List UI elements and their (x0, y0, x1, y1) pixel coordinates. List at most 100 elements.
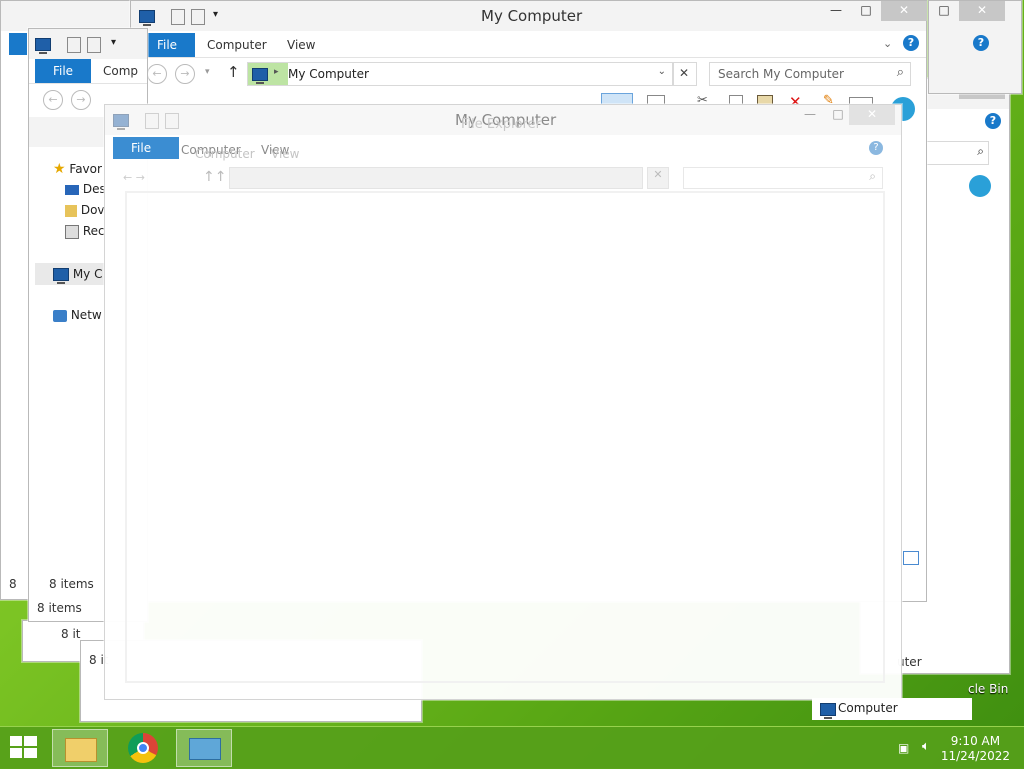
clear-address-button[interactable]: ✕ (647, 167, 669, 189)
ribbon-tabs: File Computer View ⌄ ? (131, 33, 926, 58)
window-title: My Computer (481, 7, 583, 25)
front-window: My Computer File Explorer — □ ✕ File Com… (104, 104, 902, 700)
properties-icon[interactable] (67, 37, 81, 53)
nav-favorites[interactable]: ★ Favor (53, 161, 102, 177)
nav-label: Netw (70, 308, 102, 322)
new-folder-icon[interactable] (87, 37, 101, 53)
star-icon: ★ (53, 161, 66, 177)
up-arrow-icon[interactable]: ↑↑ (203, 169, 226, 185)
forward-button[interactable]: → (71, 90, 91, 110)
clear-address-button[interactable]: ✕ (673, 62, 697, 86)
properties-icon[interactable] (145, 113, 159, 129)
search-box[interactable]: Search My Computer ⌕ (709, 62, 911, 86)
large-icons-view-icon[interactable] (903, 551, 919, 565)
search-box[interactable]: ⌕ (683, 167, 883, 189)
taskbar-chrome[interactable] (116, 729, 172, 767)
clock-time: 9:10 AM (950, 734, 1001, 748)
nav-downloads[interactable]: Dov (65, 203, 105, 217)
help-icon[interactable]: ? (869, 141, 883, 155)
nav-buttons-ghost[interactable]: ← → (123, 171, 183, 185)
up-arrow-icon[interactable]: ↑ (227, 63, 240, 81)
back-window-titlebar (1, 1, 141, 31)
window-title-ghost: File Explorer (461, 117, 542, 132)
tab-view[interactable]: View (287, 33, 315, 57)
address-bar[interactable]: ▸ My Computer ⌄ (247, 62, 673, 86)
network-tray-icon[interactable]: ▣ (898, 741, 909, 755)
titlebar: ▾ (29, 29, 147, 59)
recent-places-icon (65, 224, 79, 239)
taskbar-file-explorer[interactable] (52, 729, 108, 767)
back-button[interactable]: ← (43, 90, 63, 110)
folder-icon (65, 738, 97, 762)
recycle-bin-label[interactable]: cle Bin (968, 682, 1008, 696)
monitor-icon (189, 738, 221, 760)
back-window-right-2: □ ✕ ? (928, 0, 1022, 94)
nav-label: Rec (82, 224, 105, 238)
tab-computer[interactable]: Computer (207, 33, 267, 57)
network-icon (53, 309, 67, 322)
status-text: 8 items (49, 577, 94, 591)
close-button[interactable]: ✕ (881, 1, 927, 21)
tab-file-back[interactable] (9, 33, 27, 55)
tab-file[interactable]: File (35, 59, 91, 83)
new-folder-icon[interactable] (165, 113, 179, 129)
tab-file-label: File (131, 141, 152, 155)
close-icon: ✕ (679, 66, 690, 80)
quick-access-dropdown-icon[interactable]: ▾ (111, 37, 116, 48)
nav-desktop[interactable]: Des (65, 182, 106, 196)
quick-access-dropdown-icon[interactable]: ▾ (213, 9, 218, 20)
taskbar: ▣ 🔈︎ 9:10 AM 11/24/2022 (0, 726, 1024, 769)
nav-recent[interactable]: Rec (65, 224, 105, 239)
forward-button[interactable]: → (175, 64, 195, 84)
computer-icon (252, 67, 268, 84)
tab-computer[interactable]: Comp (103, 59, 138, 83)
maximize-icon[interactable]: □ (929, 1, 959, 21)
properties-icon[interactable] (171, 9, 185, 25)
status-text: Computer (838, 701, 898, 715)
nav-label: Favor (69, 162, 102, 176)
nav-network[interactable]: Netw (53, 308, 102, 322)
volume-icon[interactable]: 🔈︎ (922, 739, 930, 754)
status-text: 8 it (61, 627, 81, 641)
minimize-icon[interactable]: — (795, 105, 825, 125)
tab-view-ghost: View (271, 147, 300, 161)
close-icon[interactable]: ✕ (959, 1, 1005, 21)
search-icon: ⌕ (869, 169, 876, 183)
back-button[interactable]: ← (147, 64, 167, 84)
nav-label: Dov (80, 203, 105, 217)
search-icon: ⌕ (977, 144, 984, 158)
status-text: 8 items (37, 601, 82, 615)
desktop-icon (65, 184, 79, 195)
clock-date: 11/24/2022 (940, 749, 1010, 763)
nav-label: Des (82, 182, 106, 196)
maximize-icon[interactable]: □ (851, 1, 881, 21)
tab-computer-ghost: Computer (195, 147, 255, 161)
breadcrumb-item[interactable]: My Computer (288, 67, 369, 81)
close-button[interactable]: ✕ (849, 105, 895, 125)
computer-icon (53, 267, 69, 284)
computer-icon (820, 702, 836, 719)
computer-icon (113, 113, 129, 130)
address-bar[interactable] (229, 167, 643, 189)
expand-ribbon-icon[interactable]: ⌄ (883, 37, 892, 50)
status-computer: Computer (812, 698, 972, 720)
help-icon[interactable]: ? (973, 35, 989, 51)
status-bar-right: uter (891, 651, 977, 673)
tab-file[interactable]: File (113, 137, 179, 159)
new-folder-icon[interactable] (191, 9, 205, 25)
breadcrumb-chevron-icon: ▸ (274, 67, 279, 77)
recent-locations-icon[interactable]: ▾ (205, 67, 210, 77)
computer-icon (35, 37, 51, 54)
view-details-icon[interactable] (957, 631, 987, 643)
titlebar: ▾ My Computer — □ ✕ (131, 1, 927, 31)
help-icon[interactable]: ? (985, 113, 1001, 129)
start-button[interactable] (10, 736, 38, 760)
globe-icon[interactable] (969, 175, 991, 197)
clock[interactable]: 9:10 AM 11/24/2022 (941, 734, 1010, 764)
search-box[interactable]: ⌕ (917, 141, 989, 165)
taskbar-remote-desktop[interactable] (176, 729, 232, 767)
minimize-icon[interactable]: — (821, 1, 851, 21)
address-dropdown-icon[interactable]: ⌄ (658, 66, 666, 77)
help-icon[interactable]: ? (903, 35, 919, 51)
nav-label: My C (72, 267, 103, 281)
